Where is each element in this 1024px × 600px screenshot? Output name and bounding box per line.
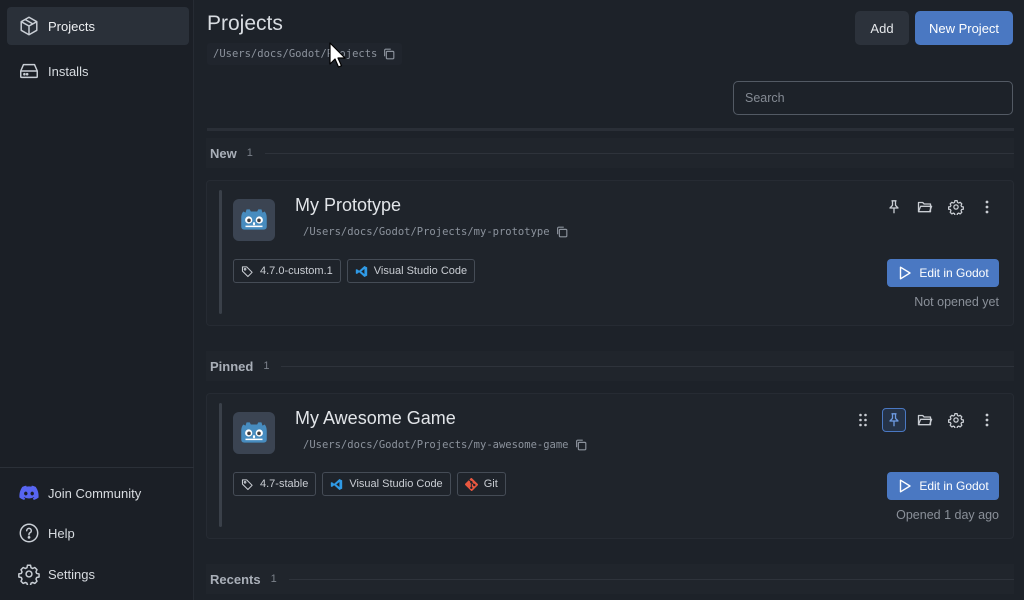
project-settings-button[interactable] <box>944 195 968 219</box>
folder-icon <box>917 201 933 213</box>
tag-label: 4.7-stable <box>260 478 309 490</box>
last-opened-text: Not opened yet <box>914 295 999 309</box>
godot-logo-icon <box>233 199 275 241</box>
project-actions <box>882 195 999 219</box>
tag-label: Visual Studio Code <box>373 265 468 277</box>
gear-icon <box>948 413 964 428</box>
search-input[interactable] <box>733 81 1013 115</box>
sidebar-item-projects[interactable]: Projects <box>7 7 189 45</box>
kebab-menu-icon <box>985 200 989 214</box>
pin-button[interactable] <box>882 408 906 432</box>
sidebar-item-label: Settings <box>48 566 95 582</box>
tag-label: 4.7.0-custom.1 <box>260 265 333 277</box>
cube-icon <box>20 16 38 36</box>
sidebar-item-help[interactable]: Help <box>7 514 189 552</box>
drag-handle[interactable] <box>851 408 875 432</box>
add-button[interactable]: Add <box>855 11 909 45</box>
version-tag[interactable]: 4.7.0-custom.1 <box>233 259 341 283</box>
project-tags: 4.7.0-custom.1 Visual Studio Code <box>233 259 476 283</box>
section-title: Pinned <box>210 358 254 374</box>
project-path: /Users/docs/Godot/Projects/my-prototype <box>303 225 569 239</box>
vscode-icon <box>355 265 367 277</box>
drag-handle-icon <box>859 413 867 427</box>
section-count: 1 <box>263 360 270 372</box>
edit-button-label: Edit in Godot <box>919 266 989 280</box>
section-header-new: New 1 <box>206 138 1014 168</box>
sidebar-item-installs[interactable]: Installs <box>7 52 189 90</box>
play-icon <box>900 479 912 493</box>
gear-icon <box>18 564 40 585</box>
project-path-text: /Users/docs/Godot/Projects/my-awesome-ga… <box>303 439 569 451</box>
project-settings-button[interactable] <box>944 408 968 432</box>
copy-icon[interactable] <box>574 438 588 452</box>
page-title: Projects <box>207 12 283 35</box>
edit-in-godot-button[interactable]: Edit in Godot <box>887 259 999 287</box>
section-title: Recents <box>210 571 261 587</box>
sidebar-item-label: Help <box>48 525 75 541</box>
project-card-my-prototype[interactable]: My Prototype /Users/docs/Godot/Projects/… <box>206 180 1014 326</box>
section-rule <box>288 578 1014 580</box>
section-count: 1 <box>246 147 253 159</box>
pin-icon <box>889 413 899 427</box>
section-header-pinned: Pinned 1 <box>206 351 1014 381</box>
sidebar: Projects Installs Join Community Help Se… <box>0 0 194 600</box>
open-folder-button[interactable] <box>913 195 937 219</box>
tag-label: Visual Studio Code <box>349 478 443 490</box>
sidebar-item-label: Projects <box>48 18 95 34</box>
more-options-button[interactable] <box>975 195 999 219</box>
projects-folder-path: /Users/docs/Godot/Projects <box>207 43 403 65</box>
project-title: My Awesome Game <box>295 408 456 428</box>
card-accent-bar <box>219 190 222 314</box>
section-header-recents: Recents 1 <box>206 564 1014 594</box>
kebab-menu-icon <box>985 413 989 427</box>
tag-icon <box>241 265 253 277</box>
project-card-my-awesome-game[interactable]: My Awesome Game /Users/docs/Godot/Projec… <box>206 393 1014 539</box>
sidebar-item-settings[interactable]: Settings <box>7 555 189 593</box>
copy-icon[interactable] <box>555 225 569 239</box>
last-opened-text: Opened 1 day ago <box>896 508 999 522</box>
more-options-button[interactable] <box>975 408 999 432</box>
project-path-text: /Users/docs/Godot/Projects/my-prototype <box>303 226 550 238</box>
pin-button[interactable] <box>882 195 906 219</box>
help-icon <box>19 523 39 543</box>
new-project-button[interactable]: New Project <box>915 11 1013 45</box>
section-count: 1 <box>270 573 277 585</box>
godot-logo-icon <box>233 412 275 454</box>
drive-icon <box>20 63 38 79</box>
editor-tag[interactable]: Visual Studio Code <box>322 472 451 496</box>
vscode-icon <box>331 478 343 490</box>
vcs-tag[interactable]: Git <box>456 472 506 496</box>
folder-icon <box>917 414 933 426</box>
projects-folder-path-text: /Users/docs/Godot/Projects <box>213 48 378 60</box>
tag-label: Git <box>483 478 498 490</box>
section-title: New <box>210 145 237 161</box>
project-actions <box>851 408 999 432</box>
editor-tag[interactable]: Visual Studio Code <box>346 259 476 283</box>
sidebar-item-join-community[interactable]: Join Community <box>7 474 189 512</box>
card-accent-bar <box>219 403 222 527</box>
sidebar-divider <box>0 467 194 468</box>
header-divider <box>207 128 1014 131</box>
project-tags: 4.7-stable Visual Studio Code Git <box>233 472 506 496</box>
pin-icon <box>889 200 899 214</box>
section-rule <box>281 365 1014 367</box>
project-title: My Prototype <box>295 195 402 215</box>
sidebar-item-label: Join Community <box>48 485 142 501</box>
copy-icon[interactable] <box>382 47 396 61</box>
version-tag[interactable]: 4.7-stable <box>233 472 317 496</box>
edit-in-godot-button[interactable]: Edit in Godot <box>887 472 999 500</box>
project-path: /Users/docs/Godot/Projects/my-awesome-ga… <box>303 438 588 452</box>
edit-button-label: Edit in Godot <box>919 479 989 493</box>
git-icon <box>464 477 478 491</box>
gear-icon <box>948 200 964 215</box>
tag-icon <box>241 478 253 490</box>
open-folder-button[interactable] <box>913 408 937 432</box>
play-icon <box>900 266 912 280</box>
discord-icon <box>19 485 39 500</box>
sidebar-item-label: Installs <box>48 63 89 79</box>
section-rule <box>264 152 1014 154</box>
